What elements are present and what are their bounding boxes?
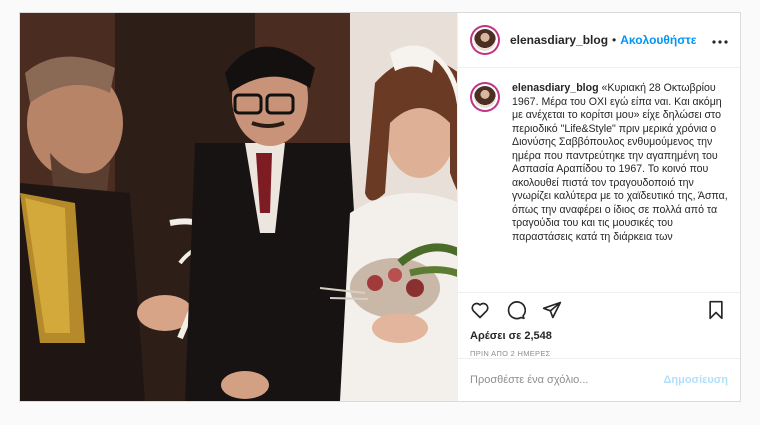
action-bar [458,292,740,329]
header-separator: • [612,33,617,48]
post-timestamp[interactable]: ΠΡΙΝ ΑΠΟ 2 ΗΜΕΡΕΣ [458,343,740,358]
profile-avatar[interactable] [470,25,500,56]
bookmark-icon[interactable] [706,300,728,322]
header-username[interactable]: elenasdiary_blog [510,33,608,47]
post-sidebar: elenasdiary_blog • Ακολουθήστε elenasdia… [457,13,740,401]
post-comment-button[interactable]: Δημοσίευση [663,374,728,386]
comment-box: Δημοσίευση [458,358,740,401]
caption-section: elenasdiary_blog «Κυριακή 28 Οκτωβρίου 1… [458,68,740,292]
likes-count[interactable]: Αρέσει σε 2,548 [458,329,740,343]
avatar-image [474,29,496,52]
avatar-image [474,86,496,109]
post-photo[interactable] [20,13,457,401]
share-icon[interactable] [542,300,564,322]
wedding-photo-illustration [20,13,457,401]
comment-input[interactable] [470,374,664,387]
caption-text: elenasdiary_blog «Κυριακή 28 Οκτωβρίου 1… [512,82,728,292]
more-horizontal-icon[interactable] [712,31,728,49]
heart-icon[interactable] [470,300,492,322]
post-header: elenasdiary_blog • Ακολουθήστε [458,13,740,69]
comment-icon[interactable] [506,300,528,322]
follow-button[interactable]: Ακολουθήστε [620,33,696,47]
caption-username[interactable]: elenasdiary_blog [512,82,599,94]
caption-avatar[interactable] [470,82,500,113]
caption-body: «Κυριακή 28 Οκτωβρίου 1967. Μέρα του ΟΧΙ… [512,82,728,243]
instagram-post: elenasdiary_blog • Ακολουθήστε elenasdia… [19,12,741,402]
